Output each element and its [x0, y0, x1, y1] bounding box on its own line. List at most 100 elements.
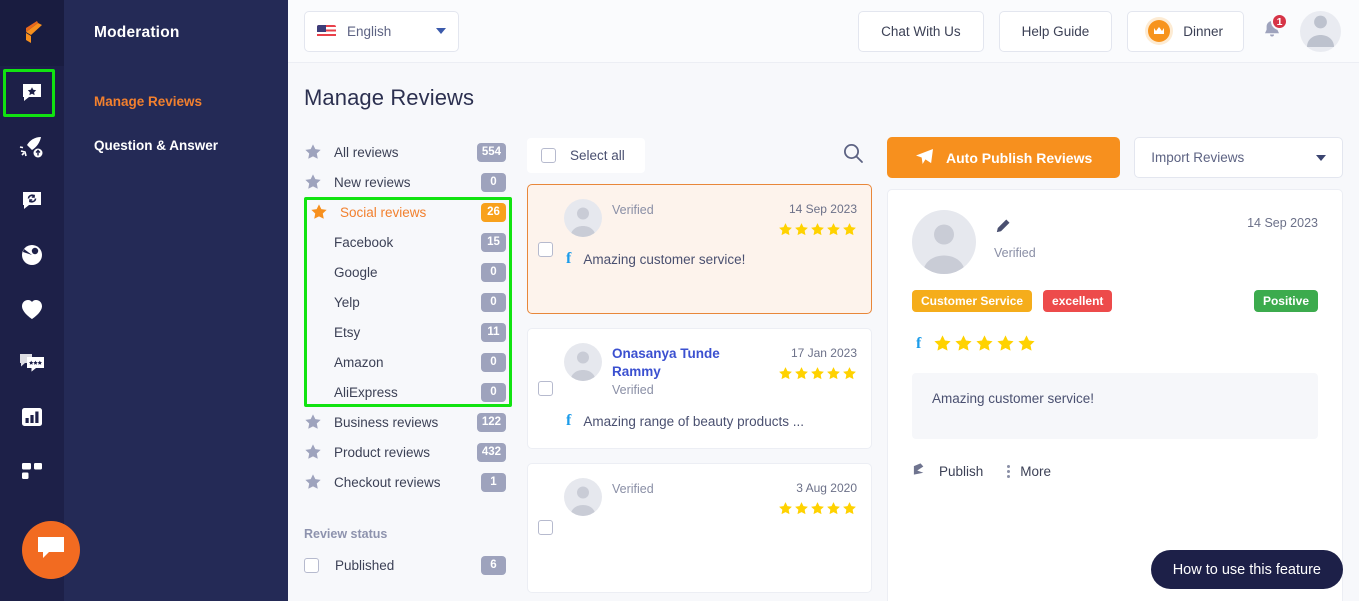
top-bar: English Chat With Us Help Guide Dinner 1 — [288, 0, 1359, 63]
rail-item-widgets[interactable] — [0, 336, 64, 390]
publish-button[interactable]: Publish — [912, 461, 997, 482]
rail-item-sync[interactable] — [0, 174, 64, 228]
filter-count-badge: 0 — [481, 262, 506, 282]
star-filled-icon — [827, 223, 840, 236]
help-guide-button[interactable]: Help Guide — [998, 10, 1113, 52]
plan-button[interactable]: Dinner — [1127, 10, 1244, 52]
review-header: Onasanya Tunde Rammy Verified 17 Jan 202… — [564, 343, 857, 399]
nav-link-manage-reviews[interactable]: Manage Reviews — [94, 86, 288, 117]
user-avatar[interactable] — [1300, 10, 1341, 52]
filter-business-reviews[interactable]: Business reviews 122 — [304, 407, 512, 437]
star-filled-icon — [811, 367, 824, 380]
star-filled-icon — [976, 335, 993, 351]
filter-all-reviews[interactable]: All reviews 554 — [304, 137, 512, 167]
review-select-checkbox[interactable] — [538, 241, 553, 257]
status-filter-published[interactable]: Published 6 — [304, 551, 512, 579]
review-body-text: Amazing customer service! — [912, 373, 1318, 439]
filter-count-badge: 432 — [476, 442, 506, 462]
search-button[interactable] — [842, 142, 864, 169]
review-meta: 14 Sep 2023 — [778, 199, 857, 237]
nav-link-question-answer[interactable]: Question & Answer — [94, 130, 288, 161]
notifications-button[interactable]: 1 — [1259, 13, 1288, 46]
app-logo[interactable] — [0, 0, 64, 66]
review-list-item[interactable]: Verified 3 Aug 2020 — [527, 462, 872, 593]
reviewer-name-link[interactable]: Onasanya Tunde Rammy — [612, 346, 720, 379]
more-button[interactable]: More — [1007, 464, 1065, 479]
star-filled-icon — [955, 335, 972, 351]
rail-item-reports[interactable] — [0, 390, 64, 444]
auto-publish-label: Auto Publish Reviews — [946, 149, 1093, 166]
review-select-checkbox-wrap — [538, 478, 564, 578]
review-snippet: Amazing range of beauty products ... — [583, 413, 804, 429]
filter-amazon[interactable]: Amazon 0 — [304, 347, 512, 377]
publish-flag-icon — [912, 461, 929, 482]
language-selector[interactable]: English — [304, 10, 459, 52]
review-date: 17 Jan 2023 — [790, 346, 857, 361]
filter-yelp[interactable]: Yelp 0 — [304, 287, 512, 317]
detail-identity: Verified — [976, 210, 1036, 260]
rail-item-apps[interactable] — [0, 444, 64, 498]
chevron-down-icon — [436, 28, 446, 34]
star-rating — [778, 501, 857, 516]
chevron-down-icon — [1316, 154, 1326, 161]
status-filter-label: Published — [335, 557, 395, 573]
filter-product-reviews[interactable]: Product reviews 432 — [304, 437, 512, 467]
three-column-layout: All reviews 554 New reviews 0 Social rev… — [304, 137, 1343, 601]
filter-count-badge: 26 — [481, 202, 506, 222]
pie-chart-icon — [20, 243, 44, 267]
star-filled-icon — [811, 223, 824, 236]
checkbox[interactable] — [304, 557, 319, 573]
more-label: More — [1020, 464, 1052, 479]
send-plane-icon — [915, 148, 934, 168]
how-to-use-feature-button[interactable]: How to use this feature — [1150, 550, 1343, 589]
support-chat-button[interactable] — [22, 521, 80, 579]
avatar — [564, 343, 602, 382]
filter-new-reviews[interactable]: New reviews 0 — [304, 167, 512, 197]
select-all-label: Select all — [570, 147, 625, 163]
verified-label: Verified — [612, 383, 654, 398]
filter-aliexpress[interactable]: AliExpress 0 — [304, 377, 512, 407]
topic-tag[interactable]: Customer Service — [912, 290, 1033, 312]
filter-count-badge: 0 — [481, 352, 506, 372]
facebook-icon: f — [566, 250, 572, 268]
select-all-control[interactable]: Select all — [527, 137, 645, 173]
rail-item-favorites[interactable] — [0, 282, 64, 336]
filter-social-reviews[interactable]: Social reviews 26 — [304, 197, 512, 227]
filter-facebook[interactable]: Facebook 15 — [304, 227, 512, 257]
filter-label: Facebook — [334, 234, 394, 250]
select-all-checkbox[interactable] — [541, 147, 556, 163]
filter-checkout-reviews[interactable]: Checkout reviews 1 — [304, 467, 512, 497]
search-icon — [842, 142, 864, 169]
notification-count-badge: 1 — [1271, 13, 1288, 30]
bar-chart-icon — [20, 405, 44, 429]
grid-apps-icon — [20, 459, 44, 483]
review-meta: 3 Aug 2020 — [778, 478, 857, 516]
filter-label: Social reviews — [340, 204, 427, 220]
rail-item-campaigns[interactable] — [0, 120, 64, 174]
star-icon — [310, 203, 330, 221]
keyword-tag[interactable]: excellent — [1043, 290, 1113, 312]
star-filled-icon — [779, 223, 792, 236]
review-select-checkbox[interactable] — [538, 520, 553, 536]
rail-item-reviews[interactable] — [0, 66, 64, 120]
auto-publish-reviews-button[interactable]: Auto Publish Reviews — [887, 137, 1121, 178]
section-nav-panel: Moderation Manage Reviews Question & Ans… — [64, 0, 288, 601]
filter-count-badge: 0 — [481, 292, 506, 312]
filter-label: New reviews — [334, 174, 411, 190]
detail-rating-row: f — [912, 334, 1318, 353]
star-filled-icon — [827, 501, 840, 514]
filter-google[interactable]: Google 0 — [304, 257, 512, 287]
review-list-item[interactable]: Onasanya Tunde Rammy Verified 17 Jan 202… — [527, 328, 872, 449]
rail-item-analytics-pie[interactable] — [0, 228, 64, 282]
review-list-item[interactable]: Verified 14 Sep 2023 f Amazing customer … — [527, 184, 872, 315]
star-filled-icon — [997, 335, 1014, 351]
filters-sidebar: All reviews 554 New reviews 0 Social rev… — [304, 137, 512, 601]
review-list-item-body: Verified 14 Sep 2023 f Amazing customer … — [564, 199, 857, 299]
chat-with-us-button[interactable]: Chat With Us — [858, 10, 984, 52]
filter-etsy[interactable]: Etsy 11 — [304, 317, 512, 347]
pencil-icon[interactable] — [994, 218, 1036, 240]
review-identity: Onasanya Tunde Rammy Verified — [612, 343, 768, 399]
review-select-checkbox[interactable] — [538, 381, 553, 397]
review-snippet-row: f Amazing customer service! — [564, 251, 857, 267]
import-reviews-dropdown[interactable]: Import Reviews — [1134, 137, 1343, 178]
